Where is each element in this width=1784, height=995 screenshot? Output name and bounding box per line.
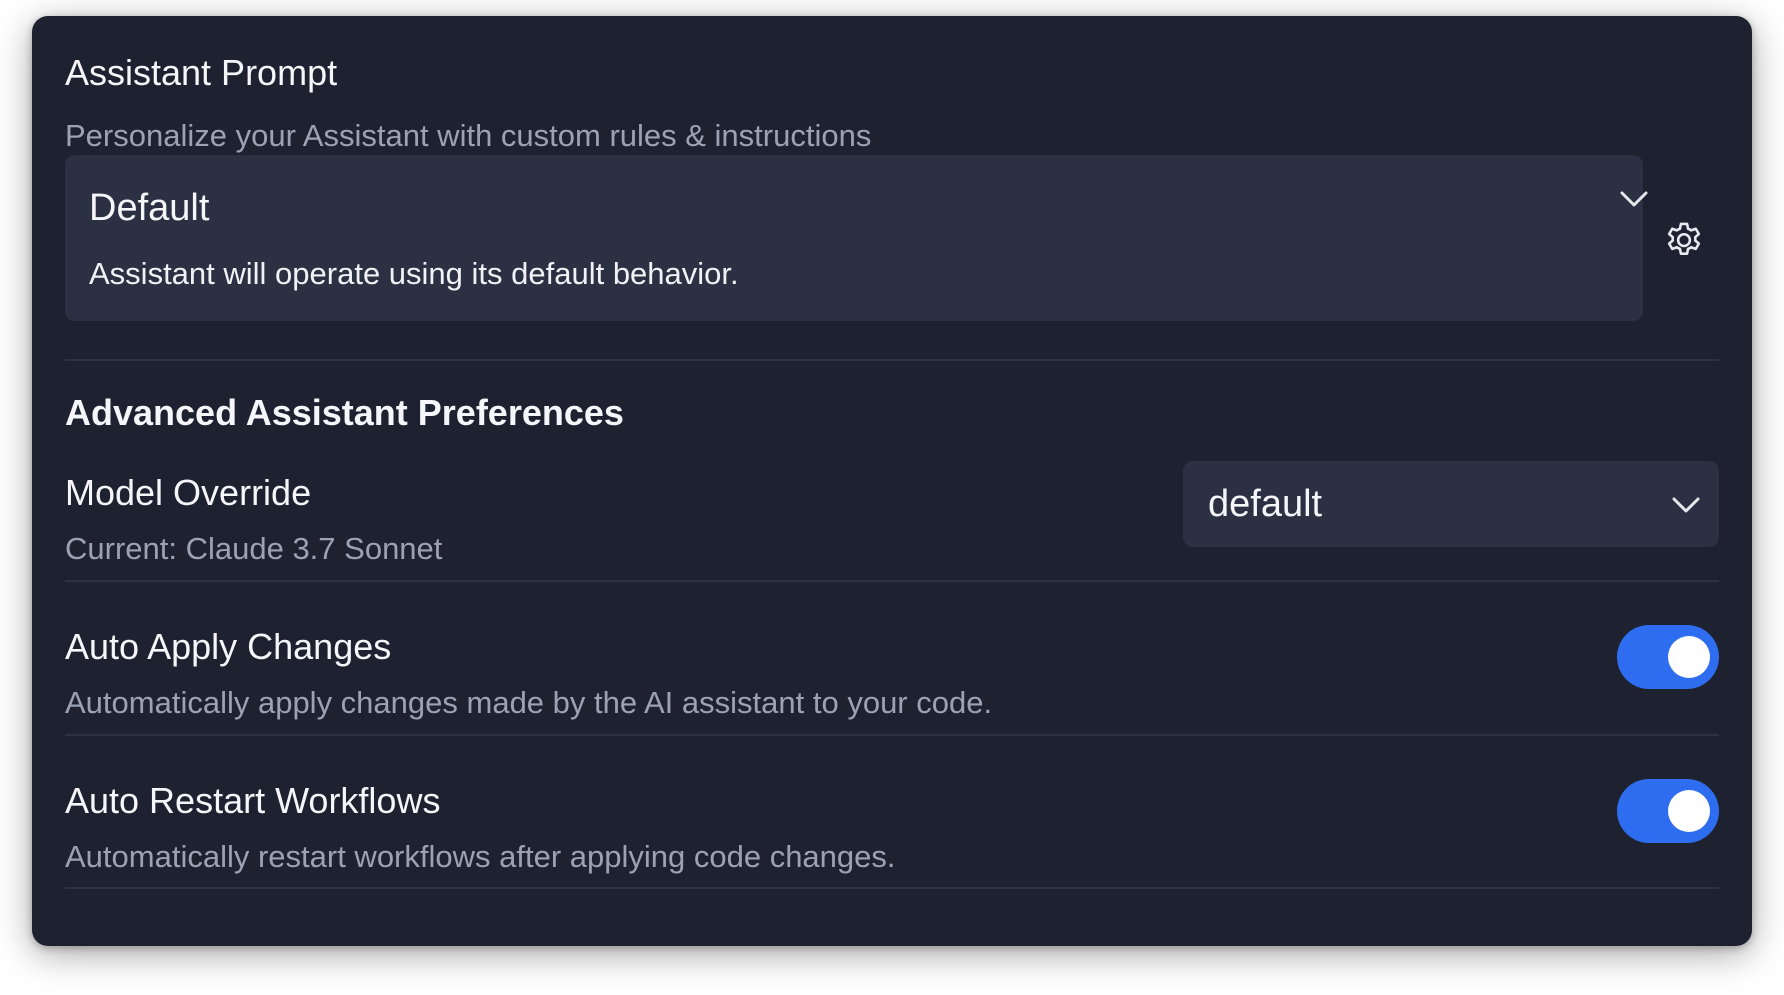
chevron-down-icon xyxy=(1620,191,1648,207)
row-divider xyxy=(65,887,1719,889)
row-divider xyxy=(65,734,1719,736)
assistant-prompt-select[interactable]: Default Assistant will operate using its… xyxy=(65,155,1648,321)
model-override-value: default xyxy=(1208,483,1323,525)
auto-apply-label: Auto Apply Changes xyxy=(65,626,392,667)
model-override-label: Model Override xyxy=(65,472,312,513)
auto-restart-description: Automatically restart workflows after ap… xyxy=(65,839,896,874)
auto-restart-toggle[interactable] xyxy=(1617,779,1719,843)
assistant-prompt-title: Assistant Prompt xyxy=(65,52,338,93)
assistant-settings-panel: Assistant Prompt Personalize your Assist… xyxy=(32,16,1752,946)
assistant-prompt-selected-description: Assistant will operate using its default… xyxy=(89,256,739,291)
assistant-prompt-subtitle: Personalize your Assistant with custom r… xyxy=(65,118,872,153)
toggle-knob xyxy=(1668,636,1710,678)
chevron-down-icon xyxy=(1672,497,1700,513)
row-divider xyxy=(65,580,1719,582)
auto-restart-label: Auto Restart Workflows xyxy=(65,780,441,821)
gear-icon[interactable] xyxy=(1662,217,1706,261)
auto-apply-description: Automatically apply changes made by the … xyxy=(65,685,993,720)
assistant-prompt-selected-name: Default xyxy=(89,187,210,229)
advanced-preferences-heading: Advanced Assistant Preferences xyxy=(65,392,624,433)
model-override-current: Current: Claude 3.7 Sonnet xyxy=(65,531,443,566)
section-divider xyxy=(65,359,1719,361)
toggle-knob xyxy=(1668,790,1710,832)
model-override-select[interactable]: default xyxy=(1183,461,1719,547)
auto-apply-toggle[interactable] xyxy=(1617,625,1719,689)
